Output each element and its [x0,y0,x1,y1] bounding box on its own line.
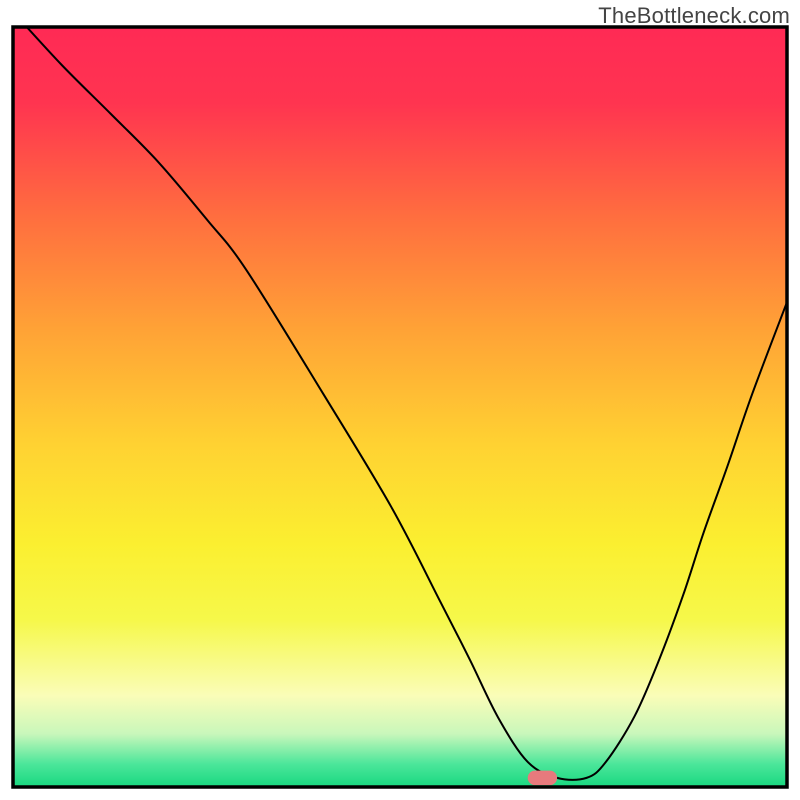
optimal-zone-marker [528,771,557,785]
chart-container: TheBottleneck.com [0,0,800,800]
watermark-text: TheBottleneck.com [598,3,790,29]
gradient-background [13,27,787,787]
bottleneck-chart [0,0,800,800]
